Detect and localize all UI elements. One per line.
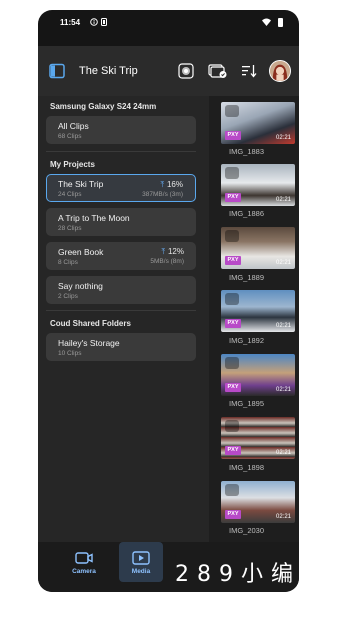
cloud-icon (225, 293, 239, 305)
upload-arrow-icon: ⤒ (161, 247, 165, 256)
cloud-icon (225, 484, 239, 496)
sidebar: Samsung Galaxy S24 24mm All Clips 68 Cli… (38, 96, 209, 552)
battery-icon (278, 18, 283, 27)
proxy-badge: PXY (225, 256, 241, 265)
clip-duration: 02:21 (275, 135, 291, 141)
cloud-section-title: Coud Shared Folders (50, 319, 131, 328)
upload-arrow-icon: ⤒ (160, 180, 164, 189)
status-time: 11:54 (60, 18, 81, 27)
clip-thumbnail[interactable]: PXY 02:21 (221, 354, 295, 396)
cloud-icon (225, 230, 239, 242)
clip-name: IMG_1898 (229, 463, 265, 472)
project-item-say-nothing[interactable]: Say nothing 2 Clips (46, 276, 196, 304)
clip-duration: 02:21 (275, 323, 291, 329)
nav-camera[interactable]: Camera (62, 542, 106, 582)
cloud-icon (225, 357, 239, 369)
nav-label: Media (131, 568, 151, 575)
cloud-icon (225, 105, 239, 117)
clip-thumbnail[interactable]: PXY 02:21 (221, 227, 295, 269)
clip-thumbnail[interactable]: PXY 02:21 (221, 102, 295, 144)
item-name: Say nothing (58, 281, 103, 291)
phone-screen: 11:54 The Ski Trip Samsung Galaxy S24 24… (38, 10, 299, 592)
media-strip: PXY 02:21 IMG_1883 PXY 02:21 IMG_1886 PX… (209, 96, 299, 552)
sidebar-toggle-icon[interactable] (48, 62, 66, 80)
clip-thumbnail[interactable]: PXY 02:21 (221, 417, 295, 459)
avatar[interactable] (269, 60, 291, 82)
cloud-icon (225, 420, 239, 432)
proxy-sync-icon[interactable] (208, 62, 228, 80)
page-title: The Ski Trip (79, 65, 138, 77)
projects-section-title: My Projects (50, 160, 95, 169)
divider (46, 151, 196, 152)
clip-duration: 02:21 (275, 514, 291, 520)
proxy-badge: PXY (225, 193, 241, 202)
device-section-title: Samsung Galaxy S24 24mm (50, 102, 157, 111)
item-count: 2 Clips (58, 293, 78, 300)
nav-label: Camera (72, 568, 96, 575)
clip-name: IMG_1889 (229, 273, 265, 282)
upload-rate: 5MB/s (8m) (150, 258, 184, 265)
sim-icon (101, 18, 109, 26)
divider (46, 310, 196, 311)
upload-percent: 12% (167, 247, 184, 256)
proxy-badge: PXY (225, 131, 241, 140)
nav-media[interactable]: Media (119, 542, 163, 582)
app-bar: The Ski Trip (38, 46, 299, 96)
item-count: 68 Clips (58, 133, 82, 140)
proxy-badge: PXY (225, 383, 241, 392)
upload-rate: 387MB/s (3m) (142, 191, 183, 198)
project-item-a-trip-to-the-moon[interactable]: A Trip to The Moon 28 Clips (46, 208, 196, 236)
item-name: Hailey's Storage (58, 338, 120, 348)
clip-duration: 02:21 (275, 387, 291, 393)
project-item-the-ski-trip[interactable]: The Ski Trip 24 Clips ⤒ 16% 387MB/s (3m) (46, 174, 196, 202)
stabilize-icon[interactable] (177, 62, 195, 80)
clip-name: IMG_1883 (229, 147, 265, 156)
upload-progress: ⤒ 12% (161, 247, 184, 257)
clip-thumbnail[interactable]: PXY 02:21 (221, 164, 295, 206)
clip-thumbnail[interactable]: PXY 02:21 (221, 481, 295, 523)
cloud-icon (225, 167, 239, 179)
info-icon (90, 18, 98, 26)
clip-duration: 02:21 (275, 260, 291, 266)
project-item-green-book[interactable]: Green Book 8 Clips ⤒ 12% 5MB/s (8m) (46, 242, 196, 270)
watermark-text: 289小编素材 (175, 562, 331, 619)
sidebar-item-all-clips[interactable]: All Clips 68 Clips (46, 116, 196, 144)
clip-name: IMG_1886 (229, 209, 265, 218)
wifi-icon (262, 18, 271, 28)
proxy-badge: PXY (225, 510, 241, 519)
upload-progress: ⤒ 16% (160, 180, 183, 190)
proxy-badge: PXY (225, 319, 241, 328)
sort-icon[interactable] (240, 62, 258, 80)
clip-thumbnail[interactable]: PXY 02:21 (221, 290, 295, 332)
clip-name: IMG_1892 (229, 336, 265, 345)
cloud-folder-haileys-storage[interactable]: Hailey's Storage 10 Clips (46, 333, 196, 361)
upload-percent: 16% (166, 180, 183, 189)
proxy-badge: PXY (225, 446, 241, 455)
clip-duration: 02:21 (275, 450, 291, 456)
item-count: 10 Clips (58, 350, 82, 357)
clip-name: IMG_1895 (229, 399, 265, 408)
status-bar: 11:54 (38, 10, 299, 36)
clip-name: IMG_2030 (229, 526, 265, 535)
item-name: A Trip to The Moon (58, 213, 130, 223)
item-name: All Clips (58, 121, 89, 131)
clip-duration: 02:21 (275, 197, 291, 203)
item-count: 28 Clips (58, 225, 82, 232)
